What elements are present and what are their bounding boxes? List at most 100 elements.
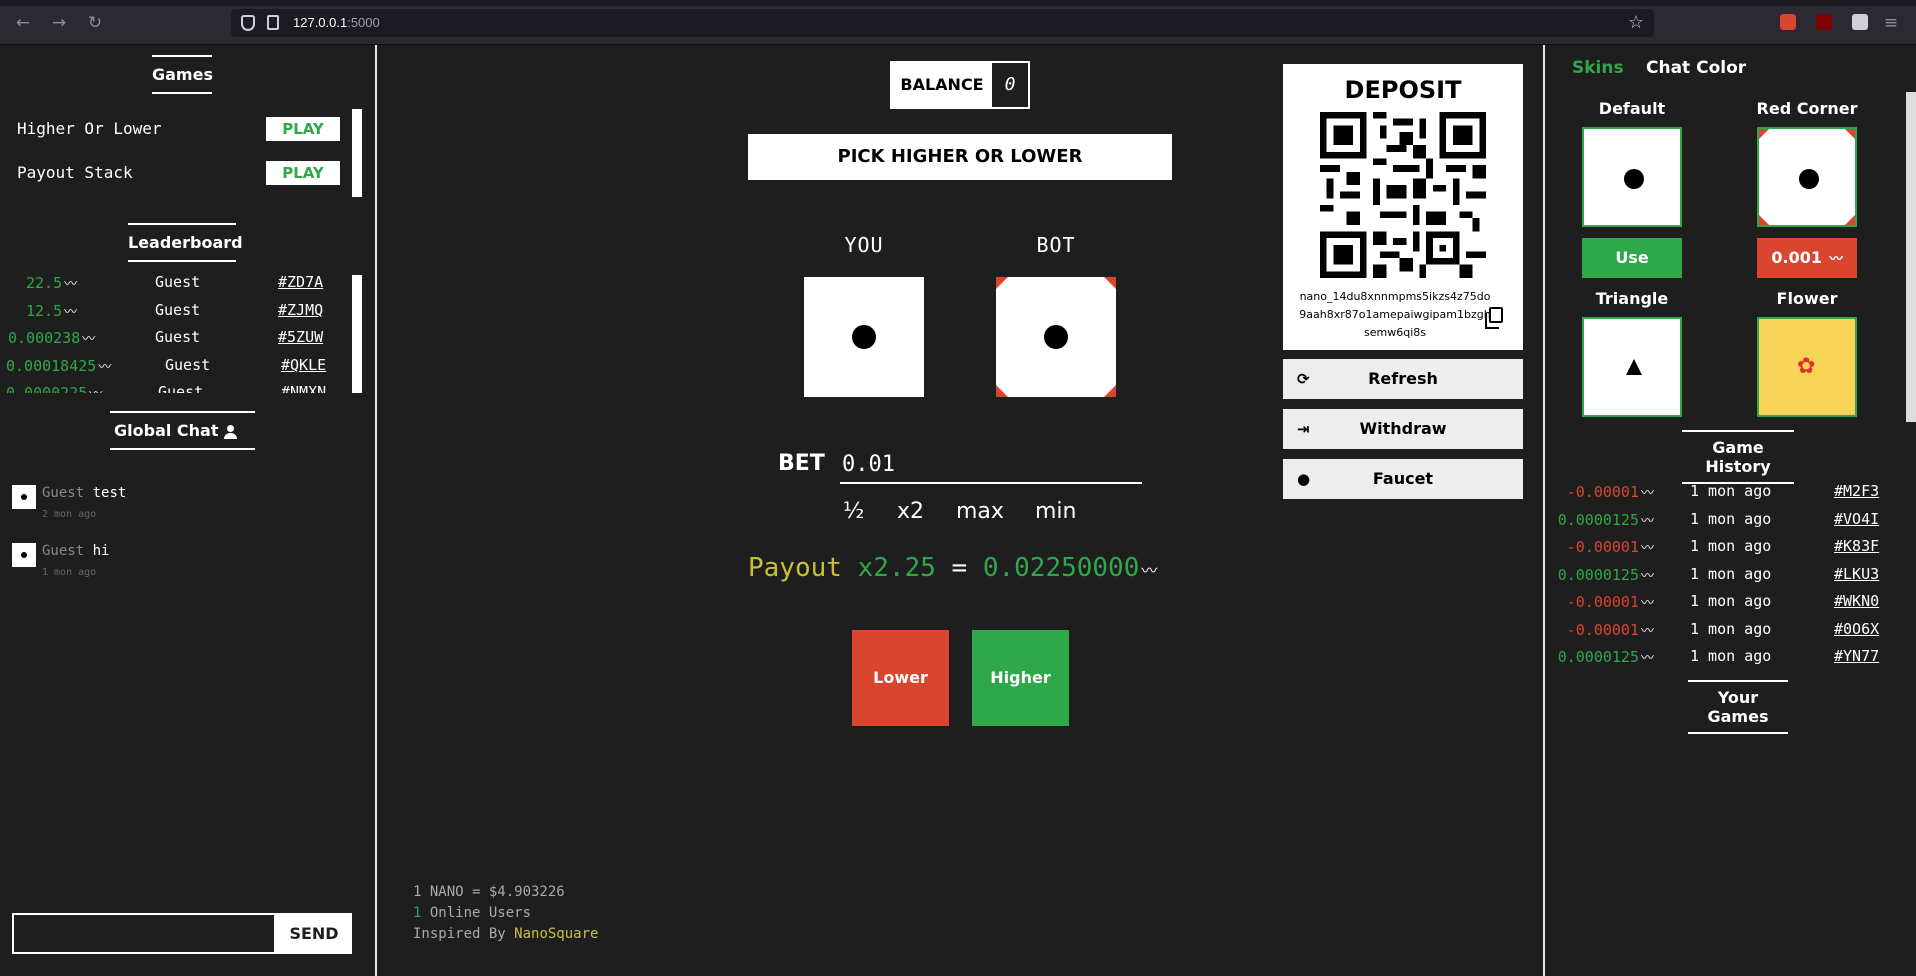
buy-skin-button[interactable]: 0.001 〰 — [1757, 238, 1857, 278]
skin-name: Red Corner — [1756, 99, 1858, 118]
bet-input[interactable] — [840, 446, 1142, 484]
leaderboard-row: 0.00018425 〰 Guest #QKLE — [0, 356, 350, 380]
die-pip — [1624, 169, 1644, 189]
shield-icon[interactable] — [241, 15, 255, 31]
history-amount: -0.00001 〰 — [1566, 593, 1654, 611]
you-die — [804, 277, 924, 397]
history-id-link[interactable]: #WKN0 — [1834, 592, 1879, 610]
skin-price: 0.001 — [1771, 248, 1822, 267]
copy-icon[interactable] — [1485, 307, 1503, 329]
withdraw-button[interactable]: ⇥ Withdraw — [1283, 409, 1523, 449]
url-text[interactable]: 127.0.0.1:5000 — [293, 15, 380, 30]
deposit-title: DEPOSIT — [1344, 76, 1462, 104]
triangle-icon — [1626, 359, 1642, 375]
history-time: 1 mon ago — [1690, 620, 1772, 638]
ublock-extension-icon[interactable] — [1816, 14, 1832, 30]
extension-icon[interactable] — [1852, 14, 1868, 30]
payout-line: Payout x2.25 = 0.02250000 〰 — [748, 553, 1157, 583]
red-corner-mark — [1845, 215, 1855, 225]
faucet-label: Faucet — [1372, 469, 1434, 488]
balance-label: BALANCE — [892, 63, 992, 107]
faucet-button[interactable]: ● Faucet — [1283, 459, 1523, 499]
leaderboard-id-link[interactable]: #NMXN — [281, 383, 326, 393]
global-chat-title-text: Global Chat — [114, 421, 219, 440]
page-info-icon[interactable] — [267, 15, 279, 30]
history-time: 1 mon ago — [1690, 510, 1772, 528]
use-skin-button[interactable]: Use — [1582, 238, 1682, 278]
leaderboard-amount: 0.00018425 〰 — [6, 357, 112, 375]
history-amount: -0.00001 〰 — [1566, 621, 1654, 639]
balance-value: 0 — [1004, 74, 1016, 95]
leaderboard-row: 0.0000225〰 Guest #NMXN — [0, 383, 350, 393]
history-id-link[interactable]: #M2F3 — [1834, 482, 1879, 500]
lower-button[interactable]: Lower — [852, 630, 949, 726]
history-row: 0.0000125 〰 1 mon ago #YN77 — [1546, 647, 1886, 671]
play-higher-or-lower-button[interactable]: PLAY — [266, 117, 340, 141]
leaderboard-row: 12.5 〰 Guest #ZJMQ — [0, 301, 350, 325]
balance-box: BALANCE 0 — [890, 61, 1030, 109]
leaderboard-scrollbar[interactable] — [352, 275, 362, 393]
screenshot-extension-icon[interactable] — [1780, 14, 1796, 30]
skins-scrollbar[interactable] — [1906, 92, 1916, 422]
play-payout-stack-button[interactable]: PLAY — [266, 161, 340, 185]
history-amount: -0.00001 〰 — [1566, 483, 1654, 501]
history-time: 1 mon ago — [1690, 537, 1772, 555]
history-id-link[interactable]: #0O6X — [1834, 620, 1879, 638]
browser-toolbar: ← → ↻ 127.0.0.1:5000 ☆ ≡ — [0, 0, 1916, 45]
inspired-by: Inspired By NanoSquare — [413, 926, 599, 942]
forward-icon[interactable]: → — [48, 12, 70, 34]
user-icon[interactable] — [223, 425, 237, 439]
chat-time: 2 mon ago — [42, 509, 97, 520]
leaderboard-amount: 0.0000225〰 — [6, 383, 102, 393]
payout-multiplier: x2.25 — [857, 553, 936, 583]
history-row: 0.0000125 〰 1 mon ago #LKU3 — [1546, 565, 1886, 589]
bet-double-button[interactable]: x2 — [897, 499, 924, 524]
tab-skins[interactable]: Skins — [1572, 58, 1624, 78]
your-games-title[interactable]: Your Games — [1688, 680, 1788, 734]
history-id-link[interactable]: #VO4I — [1834, 510, 1879, 528]
history-amount: 0.0000125 〰 — [1557, 566, 1654, 584]
leaderboard-id-link[interactable]: #5ZUW — [278, 328, 323, 346]
leaderboard-id-link[interactable]: #ZD7A — [278, 273, 323, 291]
leaderboard-name: Guest — [155, 301, 201, 319]
red-corner-mark — [1845, 129, 1855, 139]
games-scrollbar[interactable] — [352, 109, 362, 197]
left-panel: Games Higher Or Lower PLAY Payout Stack … — [0, 45, 376, 976]
leaderboard-name: Guest — [155, 328, 201, 346]
trend-icon: 〰 — [1640, 651, 1654, 666]
reload-icon[interactable]: ↻ — [84, 12, 106, 34]
die-pip — [852, 325, 876, 349]
address-bar[interactable]: 127.0.0.1:5000 ☆ — [231, 9, 1654, 37]
back-icon[interactable]: ← — [12, 12, 34, 34]
tab-chat-color[interactable]: Chat Color — [1646, 58, 1746, 78]
history-id-link[interactable]: #K83F — [1834, 537, 1879, 555]
history-row: -0.00001 〰 1 mon ago #K83F — [1546, 537, 1886, 561]
leaderboard-name: Guest — [165, 356, 211, 374]
bet-min-button[interactable]: min — [1035, 499, 1077, 524]
leaderboard-title: Leaderboard — [128, 223, 243, 262]
bookmark-star-icon[interactable]: ☆ — [1628, 12, 1644, 33]
trend-icon: 〰 — [82, 332, 96, 347]
menu-icon[interactable]: ≡ — [1880, 12, 1902, 34]
nanosquare-link[interactable]: NanoSquare — [514, 926, 598, 942]
you-label: YOU — [844, 233, 884, 257]
payout-equals: = — [951, 553, 968, 583]
send-button[interactable]: SEND — [276, 913, 352, 954]
history-amount: 0.0000125 〰 — [1557, 648, 1654, 666]
chat-input[interactable] — [12, 913, 276, 954]
refresh-button[interactable]: ⟳ Refresh — [1283, 359, 1523, 399]
leaderboard-id-link[interactable]: #ZJMQ — [278, 301, 323, 319]
higher-button[interactable]: Higher — [972, 630, 1069, 726]
bet-half-button[interactable]: ½ — [843, 499, 864, 524]
history-id-link[interactable]: #YN77 — [1834, 647, 1879, 665]
red-corner-mark — [1759, 129, 1769, 139]
trend-icon: 〰 — [1640, 541, 1654, 556]
nano-price: 1 NANO = $4.903226 — [413, 884, 565, 900]
bet-max-button[interactable]: max — [956, 499, 1004, 524]
history-row: 0.0000125 〰 1 mon ago #VO4I — [1546, 510, 1886, 534]
online-users: 1 Online Users — [413, 905, 532, 921]
history-id-link[interactable]: #LKU3 — [1834, 565, 1879, 583]
chat-time: 1 mon ago — [42, 567, 97, 578]
deposit-address[interactable]: nano_14du8xnnmpms5ikzs4z75do9aah8xr87o1a… — [1297, 288, 1493, 342]
leaderboard-id-link[interactable]: #QKLE — [281, 356, 326, 374]
